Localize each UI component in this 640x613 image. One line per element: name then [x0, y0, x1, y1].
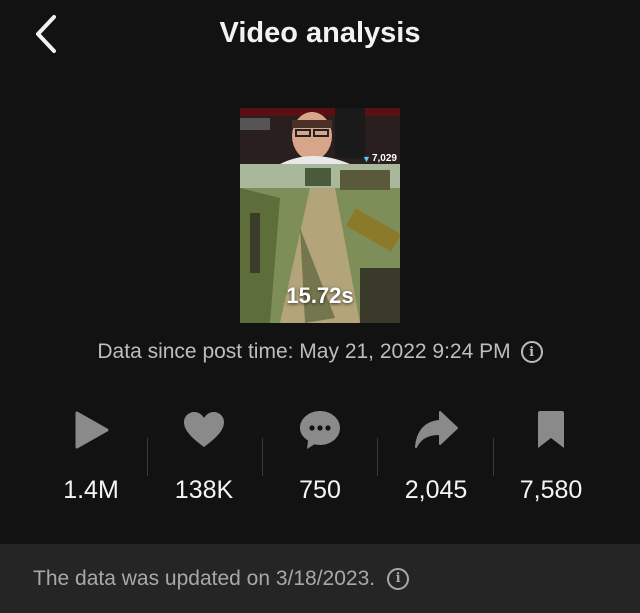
data-since-row: Data since post time: May 21, 2022 9:24 …	[0, 340, 640, 364]
data-updated-footer: The data was updated on 3/18/2023. i	[0, 544, 640, 613]
stat-views: 1.4M	[33, 400, 149, 505]
page-title: Video analysis	[219, 17, 421, 49]
stat-shares: 2,045	[378, 400, 494, 505]
info-icon[interactable]: i	[387, 567, 410, 590]
share-icon	[415, 411, 458, 448]
comment-icon	[300, 411, 340, 449]
video-analysis-screen: Video analysis ▼ 7,029 15.72s Data since…	[0, 0, 640, 613]
filter-icon: ▼	[362, 153, 371, 164]
stat-value: 750	[299, 476, 341, 504]
video-thumbnail[interactable]: ▼ 7,029 15.72s	[240, 108, 400, 323]
stat-value: 2,045	[404, 476, 468, 504]
stats-row: 1.4M 138K 750 2,045 7,580	[0, 400, 640, 520]
heart-icon	[184, 412, 224, 447]
stat-value: 138K	[174, 476, 234, 504]
info-icon[interactable]: i	[520, 341, 543, 363]
play-icon	[75, 411, 109, 449]
stat-saves: 7,580	[493, 400, 609, 505]
stat-value: 1.4M	[63, 476, 119, 504]
data-updated-text: The data was updated on 3/18/2023.	[33, 566, 376, 590]
viewer-count: ▼ 7,029	[362, 153, 397, 164]
video-duration: 15.72s	[286, 283, 354, 308]
stat-value: 7,580	[519, 476, 583, 504]
stat-likes: 138K	[146, 400, 262, 505]
data-since-text: Data since post time: May 21, 2022 9:24 …	[97, 340, 511, 363]
stat-comments: 750	[262, 400, 378, 505]
bookmark-icon	[538, 411, 564, 448]
